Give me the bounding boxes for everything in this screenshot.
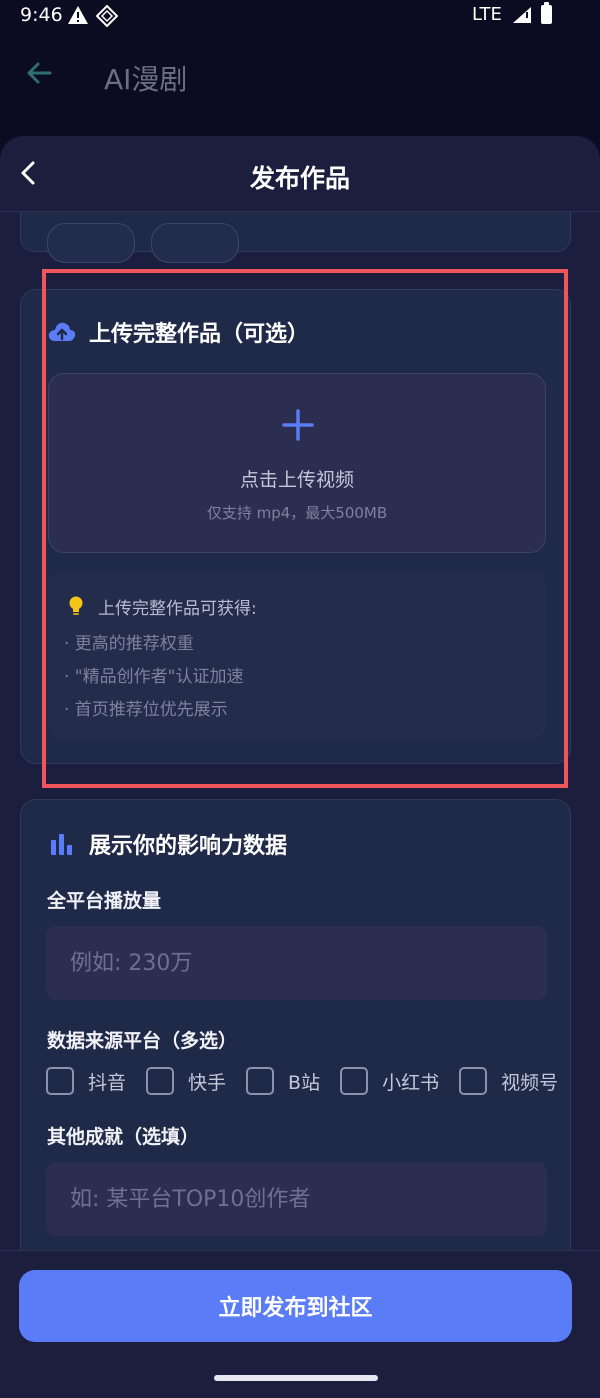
option-chip[interactable] xyxy=(151,223,239,263)
checkbox-label: 小红书 xyxy=(382,1071,440,1094)
sheet-header: 发布作品 xyxy=(0,136,600,212)
back-arrow-icon[interactable] xyxy=(24,58,54,88)
checkbox-label: 视频号 xyxy=(501,1071,559,1094)
network-type: LTE xyxy=(472,4,502,25)
platform-checkbox-shipinhao[interactable]: 视频号 xyxy=(459,1067,558,1095)
bar-chart-icon xyxy=(51,834,72,855)
platforms-label: 数据来源平台（多选） xyxy=(47,1030,238,1052)
app-bar: AI漫剧 xyxy=(0,40,600,112)
option-chip[interactable] xyxy=(47,223,135,263)
battery-icon xyxy=(541,2,552,24)
platform-checkbox-xiaohongshu[interactable]: 小红书 xyxy=(340,1067,439,1095)
bottom-action-bar: 立即发布到社区 xyxy=(0,1250,600,1398)
publish-sheet: 发布作品 上传完整作品（可选） 点击上传视频 仅支持 mp4，最大500MB 上… xyxy=(0,136,600,1398)
sheet-title: 发布作品 xyxy=(249,164,350,193)
platform-checkbox-group: 抖音 快手 B站 小红书 视频号 xyxy=(46,1067,558,1095)
vpn-diamond-icon xyxy=(96,5,118,27)
publish-button[interactable]: 立即发布到社区 xyxy=(19,1270,572,1342)
achievements-label: 其他成就（选填） xyxy=(47,1126,200,1148)
views-label: 全平台播放量 xyxy=(47,890,162,912)
checkbox[interactable] xyxy=(246,1067,275,1095)
status-time: 9:46 xyxy=(20,4,63,26)
app-title: AI漫剧 xyxy=(104,63,188,96)
checkbox-label: 抖音 xyxy=(88,1071,127,1094)
checkbox-label: B站 xyxy=(288,1071,321,1094)
checkbox[interactable] xyxy=(459,1067,488,1095)
status-bar: 9:46 LTE xyxy=(0,0,600,32)
checkbox[interactable] xyxy=(340,1067,369,1095)
checkbox[interactable] xyxy=(146,1067,175,1095)
influence-section-title: 展示你的影响力数据 xyxy=(89,834,288,859)
checkbox[interactable] xyxy=(46,1067,74,1095)
platform-checkbox-douyin[interactable]: 抖音 xyxy=(46,1067,126,1095)
home-indicator[interactable] xyxy=(214,1375,378,1381)
highlight-box xyxy=(42,269,568,788)
checkbox-label: 快手 xyxy=(188,1071,227,1094)
warning-icon xyxy=(68,6,88,24)
platform-checkbox-kuaishou[interactable]: 快手 xyxy=(146,1067,226,1095)
achievements-input[interactable] xyxy=(46,1162,547,1236)
views-input[interactable] xyxy=(46,926,547,1000)
signal-icon xyxy=(513,7,531,23)
platform-checkbox-bilibili[interactable]: B站 xyxy=(246,1067,320,1095)
